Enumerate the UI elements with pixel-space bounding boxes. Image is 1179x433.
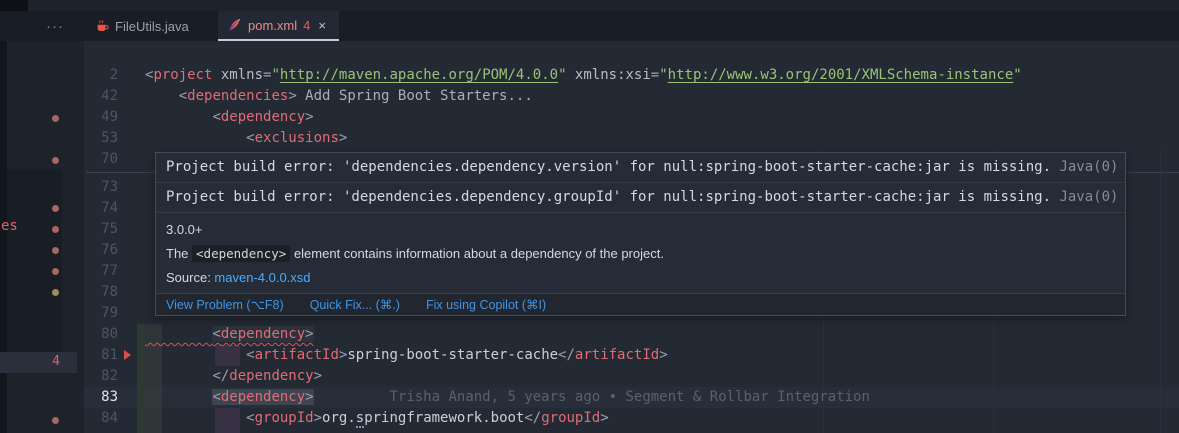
- tab-label: FileUtils.java: [115, 19, 189, 34]
- left-panel-divider: [0, 41, 7, 433]
- marker-dot[interactable]: [52, 115, 59, 122]
- line-number: 74: [84, 198, 118, 219]
- marker-dot[interactable]: [52, 205, 59, 212]
- marker-dot[interactable]: [52, 289, 59, 296]
- code-line-84[interactable]: 84 <groupId>org.springframework.boot</gr…: [84, 408, 1179, 429]
- left-code-fragment: es: [1, 218, 18, 234]
- line-number: 70: [84, 149, 118, 170]
- code-line-80[interactable]: 80 <dependency>: [84, 324, 1179, 345]
- maven-icon: [228, 18, 242, 32]
- code-content: <project xmlns="http://maven.apache.org/…: [145, 65, 1022, 86]
- line-number: 80: [84, 324, 118, 345]
- line-number: 82: [84, 366, 118, 387]
- code-content: </dependency>: [145, 366, 322, 387]
- java-icon: [95, 19, 109, 33]
- tab-label: pom.xml: [248, 18, 297, 33]
- code-line-2[interactable]: 2 <project xmlns="http://maven.apache.org…: [84, 65, 1179, 86]
- close-icon[interactable]: ×: [318, 18, 326, 33]
- marker-dot[interactable]: [52, 226, 59, 233]
- source-label: Source:: [166, 270, 214, 285]
- code-line-82[interactable]: 82 </dependency>: [84, 366, 1179, 387]
- error-source: Java(0): [1059, 189, 1118, 205]
- line-number: 79: [84, 303, 118, 324]
- error-text: Project build error: 'dependencies.depen…: [166, 189, 1059, 205]
- editor-window: ··· FileUtils.java pom.xml 4 × app›serve…: [0, 0, 1179, 433]
- quick-fix-action[interactable]: Quick Fix... (⌘.): [310, 297, 400, 312]
- line-number: 73: [84, 177, 118, 198]
- code-content: <artifactId>spring-boot-starter-cache</a…: [145, 345, 668, 366]
- marker-dot[interactable]: [52, 247, 59, 254]
- code-line-53[interactable]: 53 <exclusions>: [84, 128, 1179, 149]
- fix-using-copilot-action[interactable]: Fix using Copilot (⌘I): [426, 297, 546, 312]
- error-message: Project build error: 'dependencies.depen…: [156, 153, 1125, 183]
- line-number: 75: [84, 219, 118, 240]
- line-number: 2: [84, 65, 118, 86]
- error-source: Java(0): [1059, 159, 1118, 175]
- inline-code-chip: <dependency>: [192, 245, 290, 262]
- code-content: <groupId>org.springframework.boot</group…: [145, 408, 609, 429]
- left-panel-block: [0, 169, 62, 352]
- code-line-42[interactable]: 42 <dependencies> Add Spring Boot Starte…: [84, 86, 1179, 107]
- description-text: element contains information about a dep…: [290, 246, 664, 261]
- source-link[interactable]: maven-4.0.0.xsd: [214, 270, 310, 285]
- code-line-83[interactable]: 83 <dependency> Trisha Anand, 5 years ag…: [84, 387, 1179, 408]
- line-number: 83: [84, 387, 118, 408]
- code-content: <dependency>: [145, 324, 314, 345]
- adjacent-editor-edge: 4 es: [0, 41, 84, 433]
- error-text: Project build error: 'dependencies.depen…: [166, 159, 1059, 175]
- code-content: <dependency>: [145, 107, 314, 128]
- marker-dot[interactable]: [52, 268, 59, 275]
- code-line-49[interactable]: 49 <dependency>: [84, 107, 1179, 128]
- code-content: <exclusions>: [145, 128, 347, 149]
- line-number: 53: [84, 128, 118, 149]
- element-description: The <dependency> element contains inform…: [166, 246, 1115, 261]
- schema-version: 3.0.0+: [166, 222, 1115, 237]
- line-number: 76: [84, 240, 118, 261]
- error-squiggle: <dependency>: [145, 326, 314, 342]
- line-number: 78: [84, 282, 118, 303]
- description-text: The: [166, 246, 192, 261]
- title-bar-corner: [0, 0, 28, 11]
- title-bar: [0, 0, 1179, 11]
- code-content: <dependencies> Add Spring Boot Starters.…: [145, 86, 533, 107]
- left-line-number: 4: [30, 354, 60, 369]
- hover-documentation: 3.0.0+ The <dependency> element contains…: [156, 213, 1125, 293]
- line-number: 84: [84, 408, 118, 429]
- view-problem-action[interactable]: View Problem (⌥F8): [166, 297, 284, 312]
- marker-dot[interactable]: [52, 417, 59, 424]
- hover-tooltip: Project build error: 'dependencies.depen…: [155, 152, 1126, 316]
- tab-fileutils-java[interactable]: FileUtils.java: [85, 11, 213, 41]
- error-message: Project build error: 'dependencies.depen…: [156, 183, 1125, 213]
- hover-action-bar: View Problem (⌥F8) Quick Fix... (⌘.) Fix…: [156, 293, 1125, 315]
- line-number: 42: [84, 86, 118, 107]
- line-number: 77: [84, 261, 118, 282]
- problem-count-badge: 4: [303, 18, 310, 33]
- line-number: 81: [84, 345, 118, 366]
- line-number: 49: [84, 107, 118, 128]
- source-line: Source: maven-4.0.0.xsd: [166, 270, 1115, 285]
- tab-pom-xml[interactable]: pom.xml 4 ×: [218, 11, 339, 41]
- marker-dot[interactable]: [52, 157, 59, 164]
- code-line-81[interactable]: 81 <artifactId>spring-boot-starter-cache…: [84, 345, 1179, 366]
- more-actions-icon[interactable]: ···: [38, 11, 72, 41]
- code-content: <dependency> Trisha Anand, 5 years ago •…: [145, 387, 870, 408]
